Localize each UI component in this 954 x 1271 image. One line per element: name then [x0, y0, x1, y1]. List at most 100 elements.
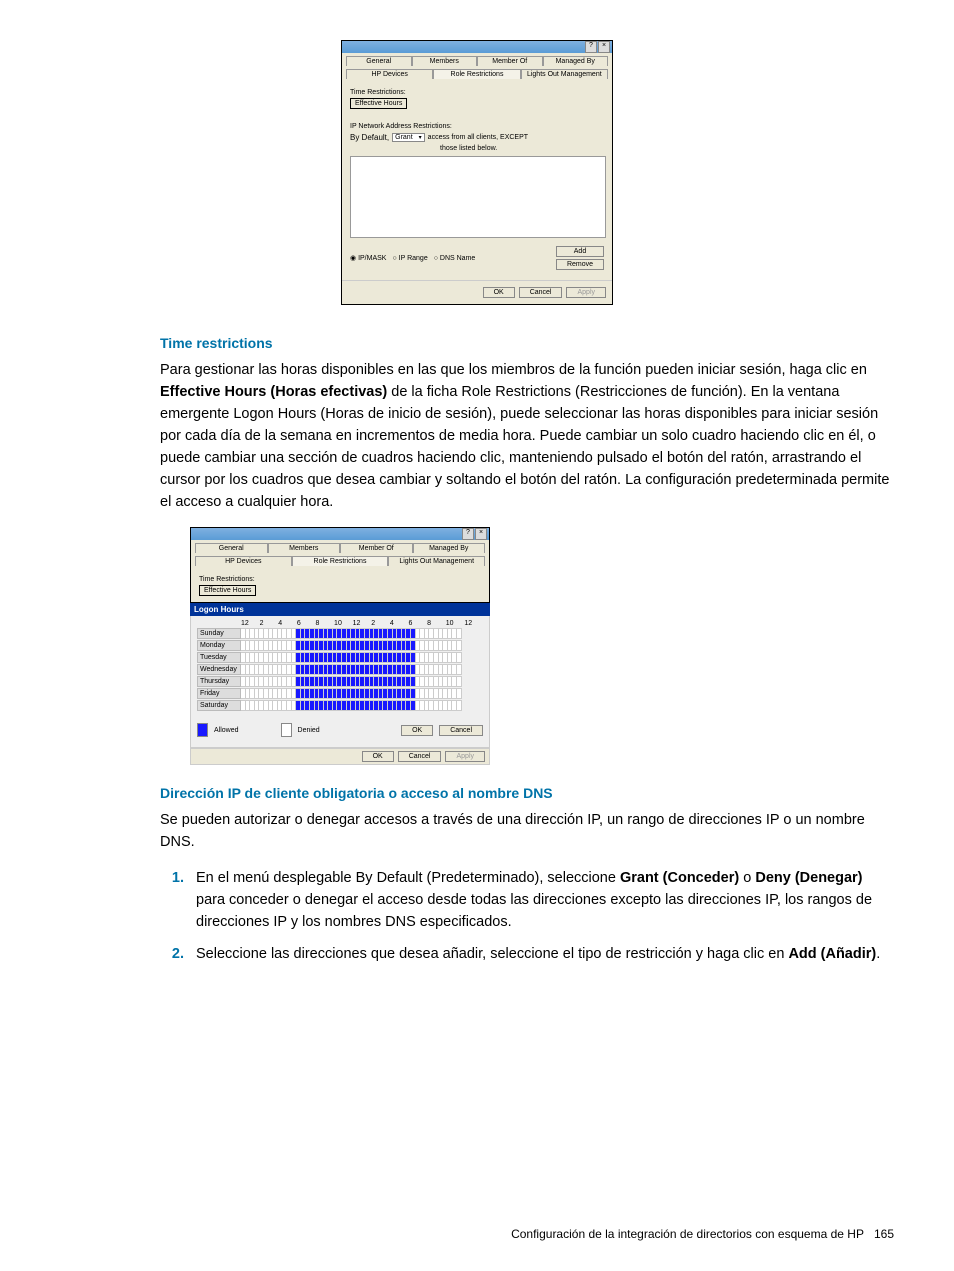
allowed-swatch-icon: [197, 723, 208, 737]
steps-list: En el menú desplegable By Default (Prede…: [160, 867, 894, 965]
by-default-label: By Default,: [350, 133, 389, 142]
tab-row-2: HP Devices Role Restrictions Lights Out …: [191, 553, 489, 566]
effective-hours-button[interactable]: Effective Hours: [199, 585, 256, 596]
day-label: Thursday: [197, 676, 241, 687]
close-icon[interactable]: ×: [598, 41, 610, 53]
radio-dns[interactable]: ○ DNS Name: [434, 255, 476, 262]
apply-button[interactable]: Apply: [445, 751, 485, 762]
legend-row: Allowed Denied OK Cancel: [197, 723, 483, 737]
day-row: Tuesday: [197, 652, 483, 663]
by-default-row: By Default, Grant access from all client…: [350, 133, 604, 142]
tab-row-2: HP Devices Role Restrictions Lights Out …: [342, 66, 612, 79]
dialog2-titlebar: ? ×: [191, 528, 489, 540]
tab-member-of[interactable]: Member Of: [340, 543, 413, 553]
ok-button[interactable]: OK: [362, 751, 394, 762]
help-icon[interactable]: ?: [585, 41, 597, 53]
hour-cell[interactable]: [457, 664, 462, 675]
role-restrictions-dialog: ? × General Members Member Of Managed By…: [341, 40, 613, 305]
tab-general[interactable]: General: [195, 543, 268, 553]
tab-member-of[interactable]: Member Of: [477, 56, 543, 66]
tab-lights-out[interactable]: Lights Out Management: [388, 556, 485, 566]
tab-lights-out[interactable]: Lights Out Management: [521, 69, 608, 79]
denied-swatch-icon: [281, 723, 292, 737]
tab-general[interactable]: General: [346, 56, 412, 66]
day-row: Monday: [197, 640, 483, 651]
by-default-select[interactable]: Grant: [392, 133, 425, 142]
day-row: Thursday: [197, 676, 483, 687]
hour-label: 6: [297, 620, 316, 627]
hour-labels: 122468101224681012: [241, 620, 483, 627]
ip-restrictions-label: IP Network Address Restrictions:: [350, 123, 604, 130]
tab-role-restrictions[interactable]: Role Restrictions: [433, 69, 520, 79]
help-icon[interactable]: ?: [462, 528, 474, 540]
logon-hours-dialog-figure: ? × General Members Member Of Managed By…: [190, 527, 894, 765]
time-restrictions-heading: Time restrictions: [160, 335, 894, 351]
cancel-button[interactable]: Cancel: [519, 287, 563, 298]
tab-hp-devices[interactable]: HP Devices: [346, 69, 433, 79]
radio-ipmask[interactable]: ◉ IP/MASK: [350, 254, 386, 262]
tab-managed-by[interactable]: Managed By: [413, 543, 486, 553]
add-button[interactable]: Add: [556, 246, 604, 257]
hour-label: 12: [353, 620, 372, 627]
hour-label: 6: [408, 620, 427, 627]
hour-cell[interactable]: [457, 676, 462, 687]
schedule-grid: 122468101224681012 SundayMondayTuesdayWe…: [190, 616, 490, 748]
hour-label: 2: [371, 620, 390, 627]
step-2: Seleccione las direcciones que desea aña…: [188, 943, 894, 965]
day-label: Saturday: [197, 700, 241, 711]
tab-row-1: General Members Member Of Managed By: [342, 53, 612, 66]
page-footer: Configuración de la integración de direc…: [511, 1227, 894, 1241]
day-label: Tuesday: [197, 652, 241, 663]
hour-label: 4: [390, 620, 409, 627]
hour-label: 2: [260, 620, 279, 627]
tab-members[interactable]: Members: [412, 56, 478, 66]
step-1: En el menú desplegable By Default (Prede…: [188, 867, 894, 933]
hour-label: 4: [278, 620, 297, 627]
tab-hp-devices[interactable]: HP Devices: [195, 556, 292, 566]
day-row: Friday: [197, 688, 483, 699]
tab-role-restrictions[interactable]: Role Restrictions: [292, 556, 389, 566]
dialog-titlebar: ? ×: [342, 41, 612, 53]
radio-iprange[interactable]: ○ IP Range: [392, 255, 427, 262]
hour-cell[interactable]: [457, 652, 462, 663]
hour-cell[interactable]: [457, 628, 462, 639]
close-icon[interactable]: ×: [475, 528, 487, 540]
ip-dns-paragraph: Se pueden autorizar o denegar accesos a …: [160, 809, 894, 853]
hour-label: 10: [334, 620, 353, 627]
allowed-label: Allowed: [214, 727, 239, 734]
hour-label: 8: [315, 620, 334, 627]
apply-button[interactable]: Apply: [566, 287, 606, 298]
day-label: Friday: [197, 688, 241, 699]
day-row: Sunday: [197, 628, 483, 639]
day-label: Sunday: [197, 628, 241, 639]
ok-button[interactable]: OK: [483, 287, 515, 298]
cancel-button[interactable]: Cancel: [398, 751, 442, 762]
hour-cell[interactable]: [457, 640, 462, 651]
effective-hours-button[interactable]: Effective Hours: [350, 98, 407, 109]
time-restrictions-label: Time Restrictions:: [199, 576, 481, 583]
restrictions-listbox[interactable]: [350, 156, 606, 238]
logon-hours-dialog: ? × General Members Member Of Managed By…: [190, 527, 490, 765]
logon-hours-title: Logon Hours: [190, 603, 490, 616]
hour-label: 12: [464, 620, 483, 627]
hour-cell[interactable]: [457, 700, 462, 711]
hour-label: 12: [241, 620, 260, 627]
day-label: Monday: [197, 640, 241, 651]
tab-row-1: General Members Member Of Managed By: [191, 540, 489, 553]
access-text-1: access from all clients, EXCEPT: [428, 134, 528, 141]
tab-members[interactable]: Members: [268, 543, 341, 553]
logon-ok-button[interactable]: OK: [401, 725, 433, 736]
time-restrictions-paragraph: Para gestionar las horas disponibles en …: [160, 359, 894, 513]
role-restrictions-dialog-figure: ? × General Members Member Of Managed By…: [60, 40, 894, 305]
time-restrictions-label: Time Restrictions:: [350, 89, 604, 96]
dialog-body: Time Restrictions: Effective Hours IP Ne…: [342, 79, 612, 280]
access-text-2: those listed below.: [440, 145, 604, 152]
logon-cancel-button[interactable]: Cancel: [439, 725, 483, 736]
hour-cell[interactable]: [457, 688, 462, 699]
hour-label: 10: [446, 620, 465, 627]
day-row: Wednesday: [197, 664, 483, 675]
hour-label: 8: [427, 620, 446, 627]
remove-button[interactable]: Remove: [556, 259, 604, 270]
ip-dns-heading: Dirección IP de cliente obligatoria o ac…: [160, 785, 894, 801]
tab-managed-by[interactable]: Managed By: [543, 56, 609, 66]
